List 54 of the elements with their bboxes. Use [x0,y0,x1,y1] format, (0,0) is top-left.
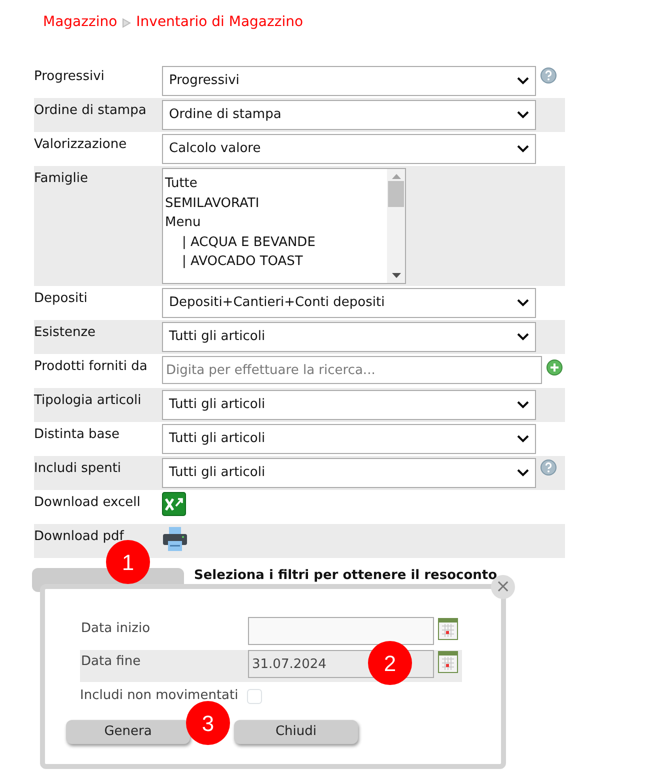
list-option[interactable]: | ACQUA E BEVANDE [165,232,385,252]
select-field[interactable]: Tutti gli articoli [162,458,536,488]
scroll-thumb[interactable] [388,181,404,207]
list-option[interactable]: Menu [165,213,385,232]
breadcrumb-link[interactable]: Magazzino [43,14,118,30]
field-label: Progressivi [34,68,106,86]
select-field[interactable]: Tutti gli articoli [162,390,536,420]
date-field[interactable] [248,617,434,645]
breadcrumb-link[interactable]: Inventario di Magazzino [136,14,304,30]
chevron-down-icon [517,435,529,443]
field-label: Data inizio [80,620,152,638]
printer-icon[interactable] [162,526,188,552]
field-label: Valorizzazione [34,136,128,154]
field-label: Esistenze [34,324,97,342]
help-icon[interactable] [540,459,557,476]
field-label: Distinta base [34,426,121,444]
help-icon[interactable] [540,67,557,84]
select-field[interactable]: Ordine di stampa [162,100,536,130]
field-label: Ordine di stampa [34,102,148,120]
chevron-down-icon [517,333,529,341]
generate-button[interactable]: Genera [66,720,190,744]
select-field[interactable]: Tutti gli articoli [162,322,536,352]
close-dialog-button[interactable]: Chiudi [234,720,358,744]
scroll-up-icon[interactable] [392,173,400,179]
calendar-icon[interactable] [438,651,458,673]
chevron-down-icon [517,469,529,477]
chevron-down-icon [517,401,529,409]
field-label: Download excell [34,494,142,512]
field-label: Includi spenti [34,460,122,478]
add-icon[interactable] [546,359,563,376]
chevron-down-icon [517,77,529,85]
scrollbar[interactable] [387,169,405,283]
select-field[interactable]: Depositi+Cantieri+Conti depositi [162,288,536,318]
field-label: Prodotti forniti da [34,358,148,376]
list-option[interactable]: SEMILAVORATI [165,194,385,213]
calendar-icon[interactable] [438,618,458,640]
chevron-down-icon [517,145,529,153]
select-field[interactable]: Tutti gli articoli [162,424,536,454]
chevron-down-icon [517,299,529,307]
field-label: Depositi [34,290,88,308]
listbox[interactable]: Tutte SEMILAVORATI Menu | ACQUA E BEVANDE | AVOCADO TOAST [162,168,406,284]
field-label: Tipologia articoli [34,392,142,410]
search-field[interactable]: Digita per effettuare la ricerca... [162,356,542,384]
list-option[interactable]: | AVOCADO TOAST [165,252,385,272]
list-option[interactable]: Tutte [165,174,385,194]
triangle-right-icon [122,18,132,28]
checkbox[interactable] [247,688,262,704]
select-field[interactable]: Calcolo valore [162,134,536,164]
scroll-down-icon[interactable] [392,273,400,279]
chevron-down-icon [517,111,529,119]
select-field[interactable]: Progressivi [162,66,536,96]
field-label: Data fine [80,653,142,671]
field-label: Famiglie [34,170,89,188]
spreadsheet-icon[interactable] [162,492,186,516]
